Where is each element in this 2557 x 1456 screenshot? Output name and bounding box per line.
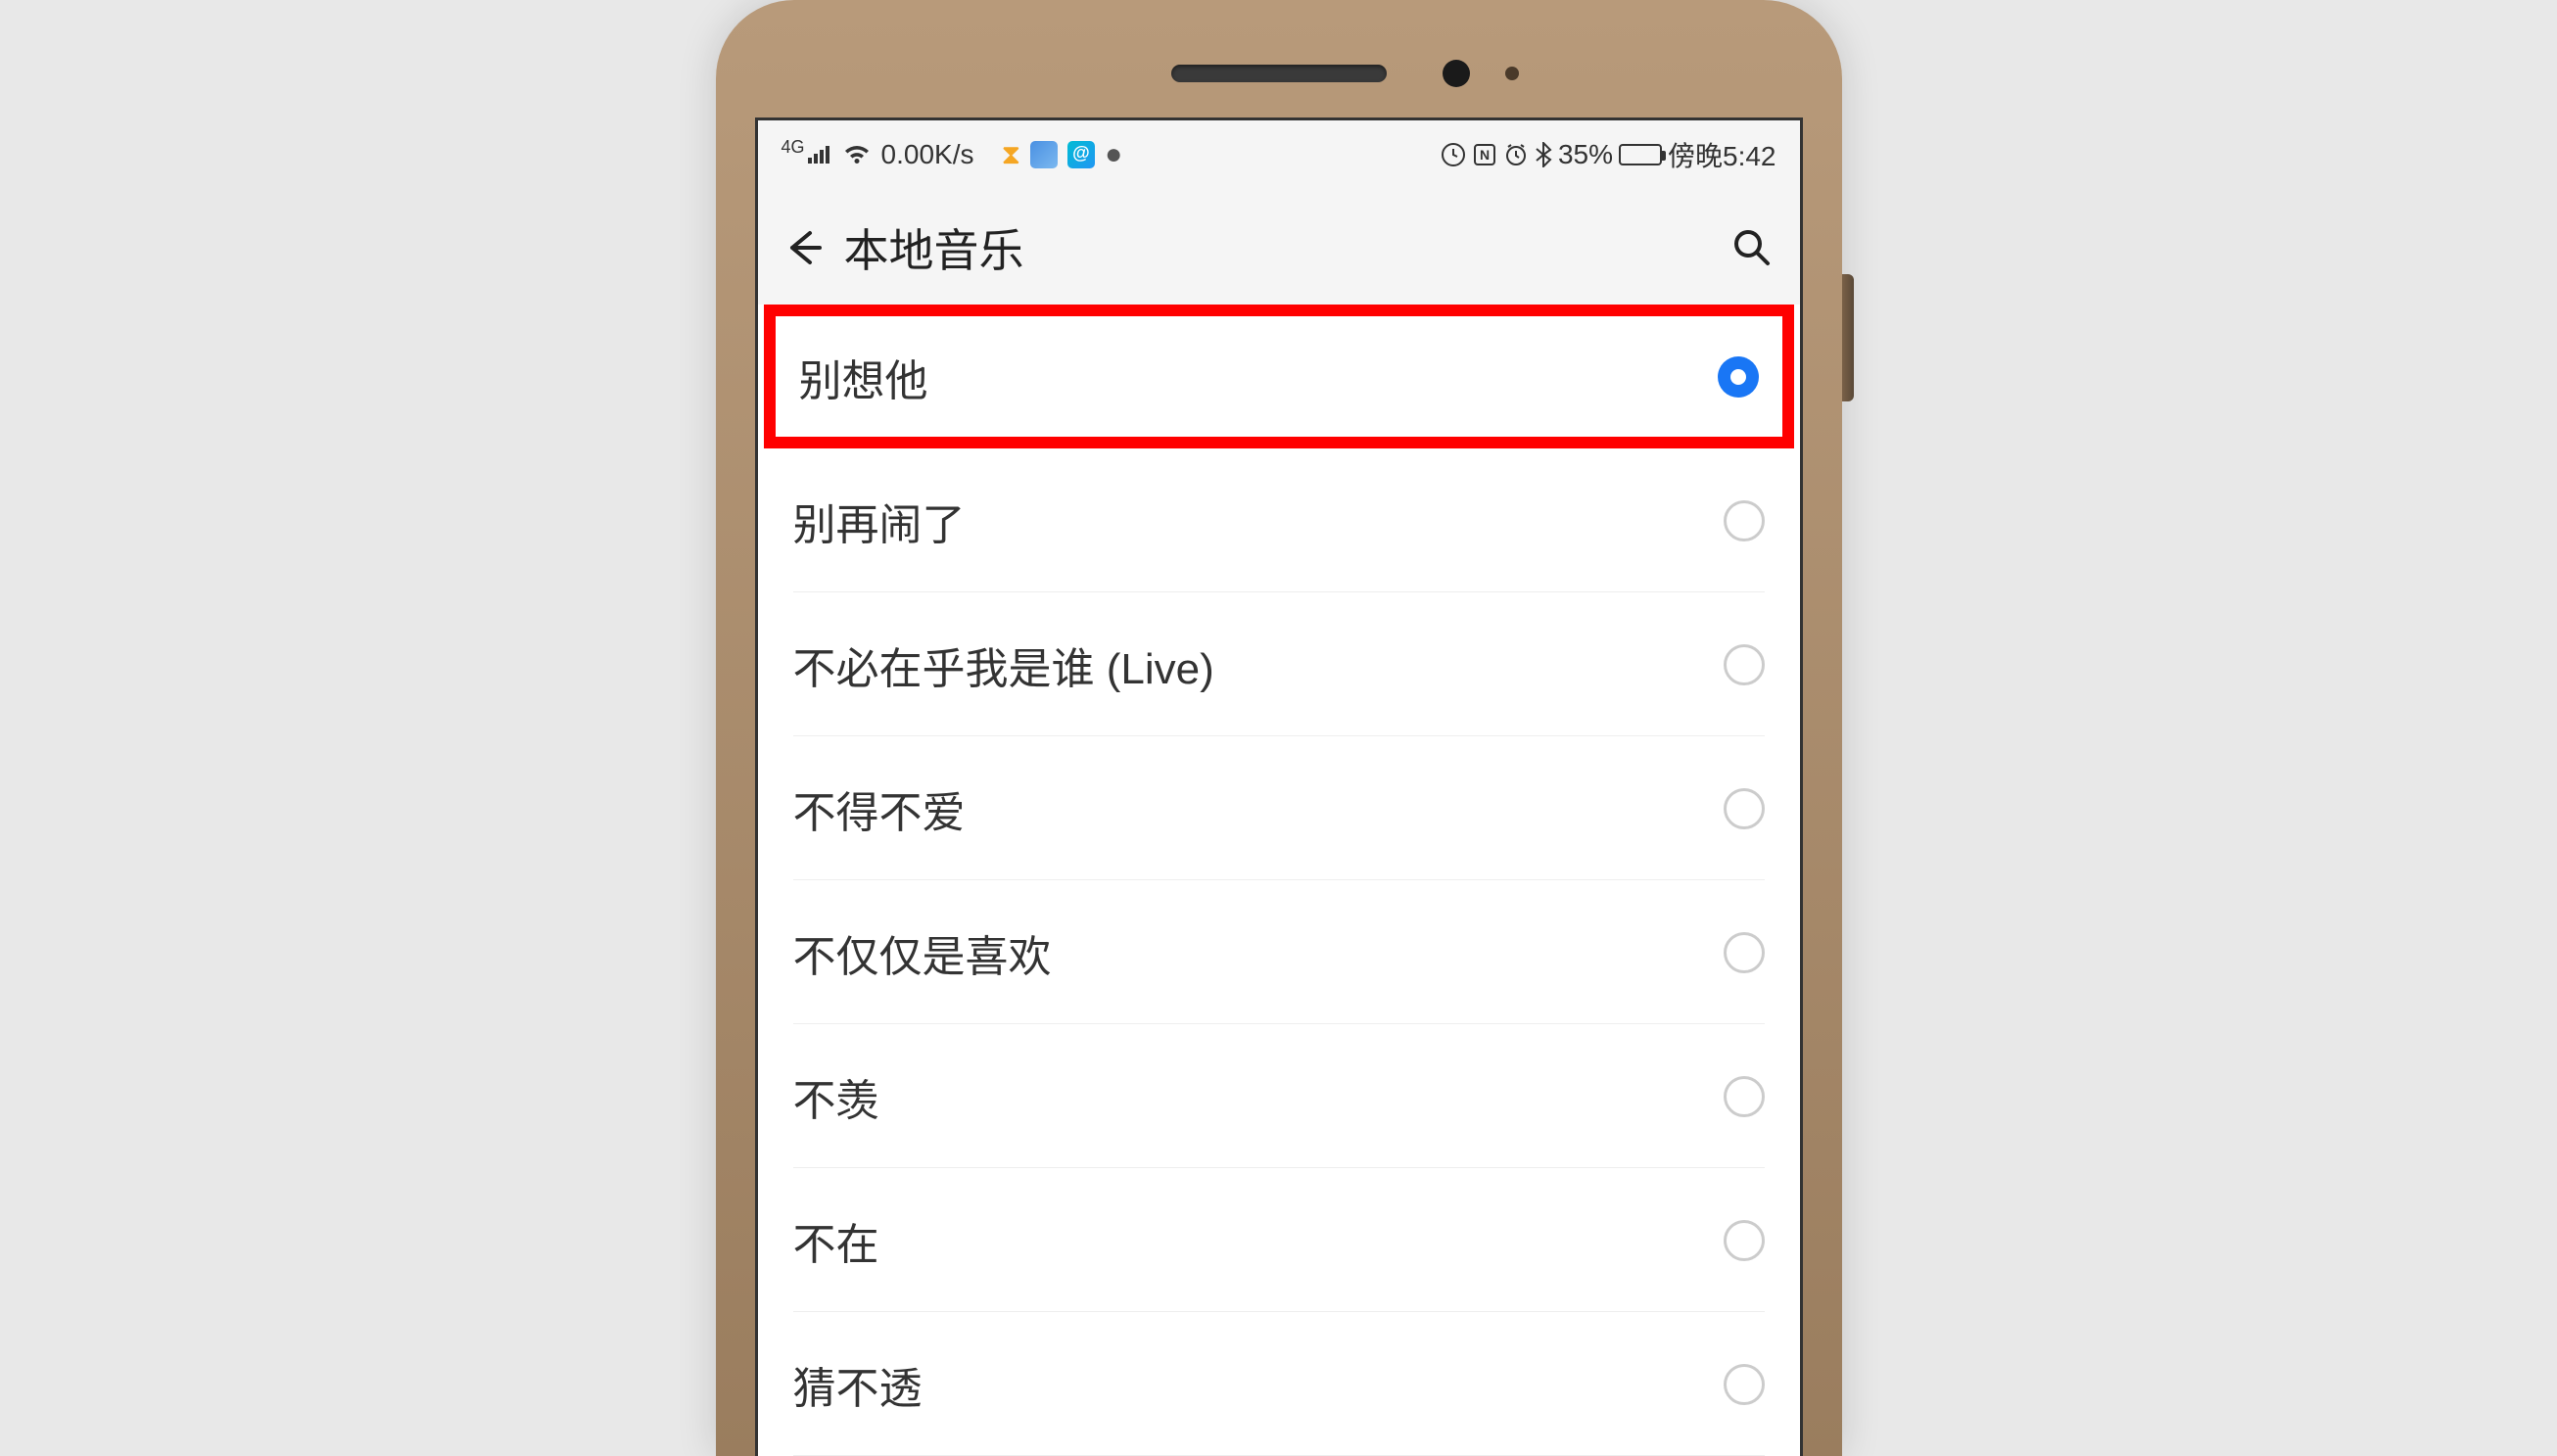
phone-hardware-top <box>755 29 1803 117</box>
select-radio[interactable] <box>1724 932 1765 973</box>
select-radio[interactable] <box>1718 356 1759 398</box>
music-list-item[interactable]: 别再闹了 <box>758 448 1800 592</box>
front-camera <box>1443 60 1470 87</box>
bluetooth-icon <box>1535 142 1552 167</box>
select-radio[interactable] <box>1724 644 1765 685</box>
music-list-item[interactable]: 不得不爱 <box>758 736 1800 880</box>
music-list: 别想他别再闹了不必在乎我是谁 (Live) 不得不爱不仅仅是喜欢不羡不在猜不透 <box>758 305 1800 1456</box>
page-title: 本地音乐 <box>844 215 1024 280</box>
battery-percent-label: 35% <box>1558 139 1613 170</box>
search-button[interactable] <box>1728 223 1776 272</box>
phone-frame: 4G 0.00K/s ⧗ ● N <box>716 0 1842 1456</box>
music-item-title: 别想他 <box>799 346 1718 408</box>
svg-text:N: N <box>1480 147 1490 163</box>
music-item-title: 不羡 <box>793 1065 1724 1128</box>
proximity-sensor <box>1505 67 1519 80</box>
select-radio[interactable] <box>1724 1220 1765 1261</box>
select-radio[interactable] <box>1724 788 1765 829</box>
search-icon <box>1731 227 1773 268</box>
select-radio[interactable] <box>1724 500 1765 541</box>
select-radio[interactable] <box>1724 1076 1765 1117</box>
cellular-signal-icon: 4G <box>781 144 832 165</box>
alarm-icon <box>1503 142 1529 167</box>
music-list-item[interactable]: 不必在乎我是谁 (Live) <box>758 592 1800 736</box>
music-item-title: 不得不爱 <box>793 777 1724 840</box>
music-item-title: 猜不透 <box>793 1353 1724 1416</box>
clock-label: 傍晚5:42 <box>1668 135 1776 174</box>
speaker-grille <box>1171 65 1387 82</box>
music-item-title: 不在 <box>793 1209 1724 1272</box>
hourglass-icon: ⧗ <box>1001 139 1020 171</box>
back-arrow-icon <box>784 229 822 266</box>
music-item-title: 别再闹了 <box>793 490 1724 552</box>
notification-app-icon <box>1067 141 1095 168</box>
app-header: 本地音乐 <box>758 189 1800 306</box>
status-bar: 4G 0.00K/s ⧗ ● N <box>758 120 1800 189</box>
music-item-title: 不仅仅是喜欢 <box>793 921 1724 984</box>
status-left: 4G 0.00K/s ⧗ ● <box>781 138 1123 171</box>
sync-icon <box>1441 142 1466 167</box>
music-list-item[interactable]: 猜不透 <box>758 1312 1800 1456</box>
back-button[interactable] <box>781 226 825 269</box>
music-list-item[interactable]: 不仅仅是喜欢 <box>758 880 1800 1024</box>
wifi-icon <box>842 143 872 166</box>
screen: 4G 0.00K/s ⧗ ● N <box>755 117 1803 1456</box>
side-button <box>1842 274 1854 401</box>
music-list-item[interactable]: 不羡 <box>758 1024 1800 1168</box>
weather-app-icon <box>1030 141 1058 168</box>
music-item-title: 不必在乎我是谁 (Live) <box>793 634 1724 696</box>
nfc-icon: N <box>1472 142 1497 167</box>
music-list-item[interactable]: 别想他 <box>764 305 1794 448</box>
music-list-item[interactable]: 不在 <box>758 1168 1800 1312</box>
battery-icon <box>1619 144 1662 165</box>
chat-bubble-icon: ● <box>1105 138 1122 171</box>
net-speed-label: 0.00K/s <box>881 139 974 170</box>
select-radio[interactable] <box>1724 1364 1765 1405</box>
status-right: N 35% 傍晚5:42 <box>1441 135 1776 174</box>
